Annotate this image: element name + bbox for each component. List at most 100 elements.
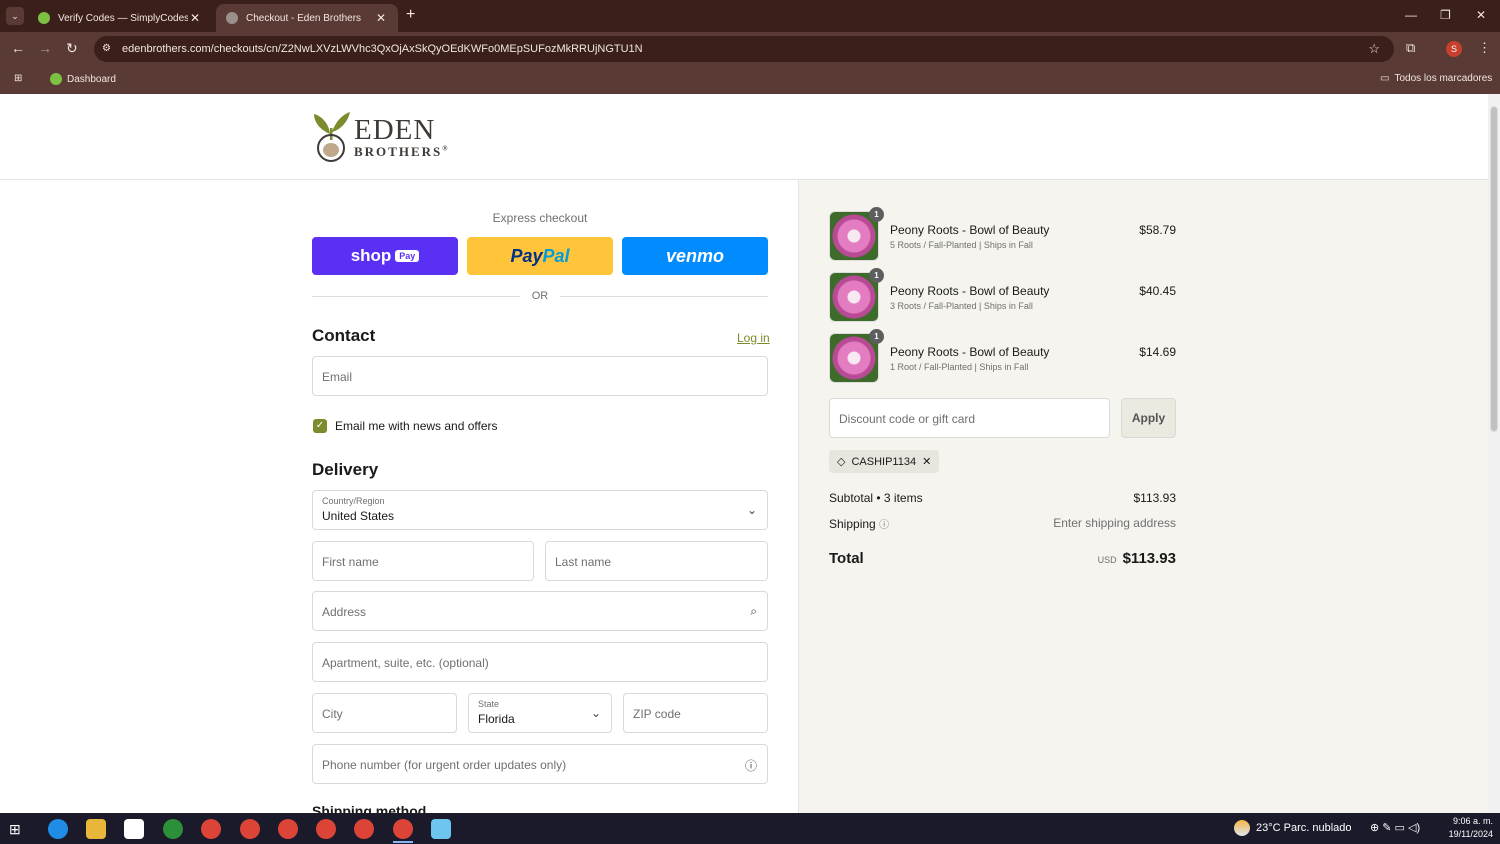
discount-code-input[interactable]: Discount code or gift card — [829, 398, 1110, 438]
express-checkout-label: Express checkout — [492, 211, 588, 225]
page-scrollbar[interactable] — [1488, 94, 1500, 813]
new-tab-plus-icon[interactable]: + — [406, 6, 415, 24]
windows-start-icon[interactable]: ⊞ — [9, 819, 29, 839]
bookmarks-bar: ⊞ Dashboard ▭ Todos los marcadores — [0, 66, 1500, 94]
first-name-field[interactable]: First name — [312, 541, 534, 581]
store-icon[interactable] — [124, 819, 144, 839]
country-select[interactable]: Country/Region United States ⌄ — [312, 490, 768, 530]
venmo-button[interactable]: venmo — [622, 237, 768, 275]
tab-eden-checkout[interactable]: Checkout - Eden Brothers ✕ — [216, 4, 398, 32]
paypal-button[interactable]: Pay Pal — [467, 237, 613, 275]
chevron-down-icon: ⌄ — [590, 706, 601, 720]
shipping-label: Shipping — [829, 517, 876, 531]
partly-cloudy-icon — [1234, 820, 1250, 836]
city-placeholder: City — [322, 707, 343, 721]
close-window-icon[interactable]: ✕ — [1476, 8, 1486, 22]
apartment-field[interactable]: Apartment, suite, etc. (optional) — [312, 642, 768, 682]
chrome-icon[interactable] — [278, 819, 298, 839]
tab-simplycodes[interactable]: Verify Codes — SimplyCodes ✕ — [28, 4, 212, 32]
chrome-active-icon[interactable] — [393, 819, 413, 839]
clock-time: 9:06 a. m. — [1452, 816, 1493, 826]
browser-menu-icon[interactable]: ⋮ — [1478, 40, 1491, 56]
extensions-puzzle-icon[interactable]: ⧉ — [1406, 40, 1415, 56]
email-placeholder: Email — [322, 370, 353, 384]
url-field[interactable]: ⚙ edenbrothers.com/checkouts/cn/Z2NwLXVz… — [94, 36, 1394, 62]
currency-code: USD — [1097, 555, 1117, 565]
help-circle-icon[interactable]: ⓘ — [745, 757, 757, 774]
item-price: $40.45 — [1139, 284, 1176, 298]
total-row: Total USD $113.93 — [829, 550, 1176, 568]
file-explorer-icon[interactable] — [86, 819, 106, 839]
shop-pay-pill: Pay — [395, 250, 420, 262]
shipping-value: Enter shipping address — [1053, 516, 1176, 530]
subtotal-row: Subtotal • 3 items $113.93 — [829, 491, 1176, 505]
email-field[interactable]: Email — [312, 356, 768, 396]
apps-grid-icon[interactable]: ⊞ — [14, 73, 22, 84]
shipping-help-icon[interactable]: ⓘ — [879, 520, 889, 531]
notepad-icon[interactable] — [431, 819, 451, 839]
city-field[interactable]: City — [312, 693, 457, 733]
phone-placeholder: Phone number (for urgent order updates o… — [322, 758, 567, 772]
close-tab-icon[interactable]: ✕ — [188, 11, 202, 25]
login-link[interactable]: Log in — [737, 331, 770, 345]
chrome-icon[interactable] — [240, 819, 260, 839]
order-summary-column: 1 Peony Roots - Bowl of Beauty 5 Roots /… — [798, 180, 1488, 813]
shop-pay-wordmark: shop — [350, 246, 392, 265]
delivery-heading: Delivery — [312, 460, 379, 479]
paypal-wordmark-pal: Pal — [542, 245, 570, 266]
all-bookmarks-folder[interactable]: ▭ Todos los marcadores — [1380, 73, 1492, 84]
total-label: Total — [829, 550, 864, 567]
or-divider: OR — [312, 290, 768, 302]
profile-avatar[interactable]: S — [1446, 41, 1462, 57]
chrome-icon[interactable] — [354, 819, 374, 839]
item-name: Peony Roots - Bowl of Beauty — [890, 223, 1050, 237]
site-info-icon[interactable]: ⚙ — [102, 36, 111, 62]
address-field[interactable]: Address ⌕ — [312, 591, 768, 631]
edge-icon[interactable] — [48, 819, 68, 839]
address-placeholder: Address — [322, 605, 367, 619]
url-text: edenbrothers.com/checkouts/cn/Z2NwLXVzLW… — [122, 43, 643, 55]
news-offers-checkbox[interactable]: ✓ — [313, 419, 327, 433]
system-tray[interactable]: ⊕ ✎ ▭ ◁) — [1370, 821, 1420, 834]
zip-field[interactable]: ZIP code — [623, 693, 768, 733]
weather-widget[interactable]: 23°C Parc. nublado — [1234, 820, 1352, 836]
chrome-profile-icon[interactable] — [163, 819, 183, 839]
last-name-field[interactable]: Last name — [545, 541, 768, 581]
reload-icon[interactable]: ↻ — [66, 40, 78, 57]
cart-line-item: 1 Peony Roots - Bowl of Beauty 3 Roots /… — [829, 268, 1176, 322]
clock[interactable]: 9:06 a. m. 19/11/2024 — [1445, 815, 1493, 841]
logo-word-brothers: BROTHERS® — [354, 144, 450, 159]
state-select[interactable]: State Florida ⌄ — [468, 693, 612, 733]
chrome-icon[interactable] — [201, 819, 221, 839]
apply-discount-button[interactable]: Apply — [1121, 398, 1176, 438]
tab-title: Verify Codes — SimplyCodes — [58, 12, 188, 24]
restore-icon[interactable]: ❐ — [1440, 8, 1451, 22]
subtotal-value: $113.93 — [1133, 491, 1177, 505]
total-value: $113.93 — [1122, 550, 1176, 567]
quantity-badge: 1 — [869, 329, 884, 344]
quantity-badge: 1 — [869, 268, 884, 283]
zip-placeholder: ZIP code — [633, 707, 681, 721]
remove-discount-close-icon[interactable]: ✕ — [922, 455, 931, 468]
bookmark-star-icon[interactable]: ☆ — [1368, 36, 1380, 62]
scrollbar-thumb[interactable] — [1490, 106, 1498, 432]
shop-pay-button[interactable]: shop Pay — [312, 237, 458, 275]
eden-brothers-logo[interactable]: EDEN BROTHERS® — [312, 110, 447, 164]
tag-icon: ◇ — [837, 456, 846, 468]
venmo-wordmark: venmo — [665, 245, 725, 266]
news-offers-label: Email me with news and offers — [335, 419, 498, 433]
close-tab-icon[interactable]: ✕ — [374, 11, 388, 25]
phone-field[interactable]: Phone number (for urgent order updates o… — [312, 744, 768, 784]
shipping-method-heading: Shipping method — [312, 803, 427, 813]
chrome-icon[interactable] — [316, 819, 336, 839]
bookmark-label: Dashboard — [67, 73, 116, 85]
shipping-row: Shipping ⓘ Enter shipping address — [829, 516, 1176, 531]
tab-search-icon[interactable]: ⌄ — [6, 7, 24, 25]
forward-arrow-icon[interactable]: → — [38, 40, 52, 56]
last-name-placeholder: Last name — [555, 555, 612, 569]
bookmark-label: Todos los marcadores — [1394, 73, 1493, 84]
bookmark-dashboard[interactable]: Dashboard — [50, 73, 116, 85]
dashboard-favicon-icon — [50, 73, 62, 85]
back-arrow-icon[interactable]: ← — [11, 40, 25, 56]
minimize-icon[interactable]: — — [1405, 8, 1417, 22]
